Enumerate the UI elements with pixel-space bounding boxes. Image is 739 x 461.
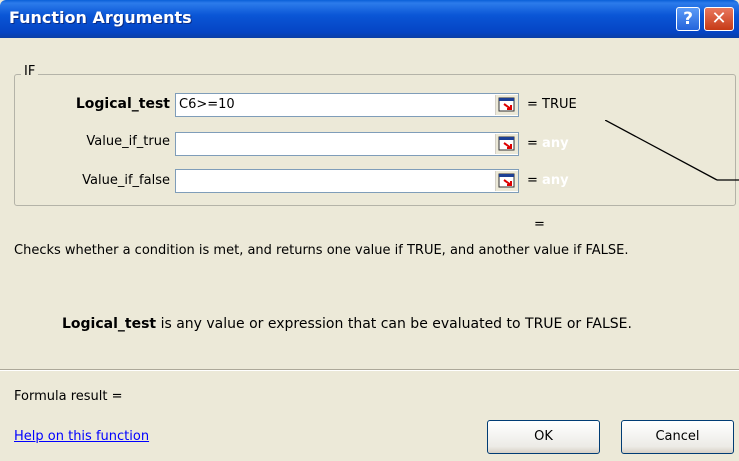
formula-result-label: Formula result = [14, 389, 123, 404]
separator [0, 369, 739, 371]
collapse-dialog-icon[interactable] [495, 134, 518, 154]
annotation-pointer-line [605, 120, 739, 181]
collapse-dialog-icon[interactable] [495, 171, 518, 191]
argument-description: Logical_test is any value or expression … [62, 316, 632, 332]
cancel-button[interactable]: Cancel [621, 420, 734, 454]
title-bar[interactable]: Function Arguments ? ✕ [0, 0, 739, 38]
logical-test-input[interactable]: C6>=10 [175, 93, 519, 117]
value-if-true-label: Value_if_true [86, 134, 170, 149]
argument-description-text: is any value or expression that can be e… [156, 316, 632, 332]
value-if-false-result: = any [527, 173, 569, 188]
help-on-function-link[interactable]: Help on this function [14, 429, 149, 444]
value-if-false-label: Value_if_false [82, 173, 170, 188]
value-if-false-hint: any [542, 173, 569, 188]
logical-test-result: = TRUE [527, 97, 577, 112]
help-icon[interactable]: ? [676, 7, 700, 31]
value-if-true-input[interactable] [175, 132, 519, 156]
function-description: Checks whether a condition is met, and r… [14, 243, 629, 258]
function-name-label: IF [21, 64, 39, 79]
ok-button[interactable]: OK [487, 420, 600, 454]
window-title: Function Arguments [9, 8, 192, 27]
value-if-false-input[interactable] [175, 169, 519, 193]
argument-description-name: Logical_test [62, 316, 157, 332]
collapse-dialog-icon[interactable] [495, 95, 518, 115]
logical-test-label: Logical_test [75, 96, 170, 112]
value-if-true-equals: = [527, 136, 538, 151]
value-if-false-equals: = [527, 173, 538, 188]
value-if-true-hint: any [542, 136, 569, 151]
close-icon[interactable]: ✕ [704, 7, 734, 31]
value-if-true-result: = any [527, 136, 569, 151]
overall-result-equals: = [534, 217, 545, 232]
